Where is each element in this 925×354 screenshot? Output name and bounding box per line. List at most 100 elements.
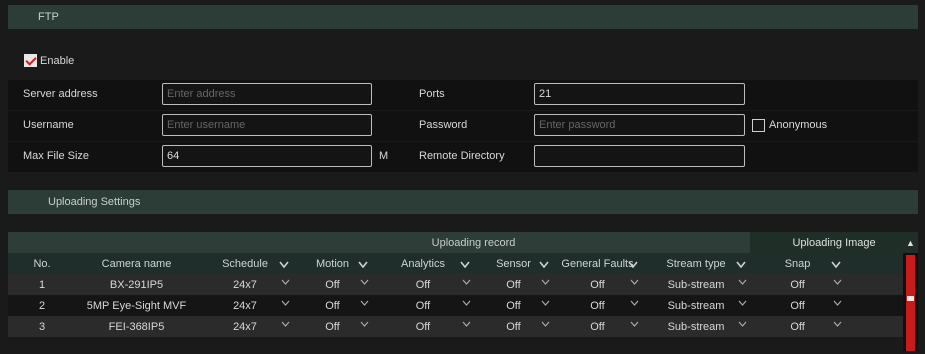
uploading-settings-title: Uploading Settings	[48, 196, 141, 208]
cell-snap[interactable]: Off	[750, 295, 846, 316]
chevron-down-icon[interactable]	[833, 300, 842, 308]
cell-general-faults[interactable]: Off	[553, 274, 642, 295]
cell-sensor[interactable]: Off	[474, 316, 553, 337]
uploading-table: Uploading record Uploading Image No. Cam…	[8, 232, 919, 337]
cell-no: 3	[8, 316, 76, 337]
scrollbar-grip-icon	[907, 296, 914, 301]
cell-analytics[interactable]: Off	[372, 274, 474, 295]
cell-camera-name: BX-291IP5	[76, 274, 197, 295]
remote-directory-label: Remote Directory	[419, 150, 505, 162]
chevron-down-icon[interactable]	[281, 279, 290, 287]
max-file-size-unit: M	[379, 150, 389, 162]
chevron-down-icon[interactable]	[279, 259, 289, 271]
chevron-down-icon[interactable]	[630, 321, 639, 329]
password-input[interactable]	[534, 114, 745, 136]
anonymous-checkbox[interactable]	[752, 119, 765, 132]
cell-snap[interactable]: Off	[750, 316, 846, 337]
chevron-down-icon[interactable]	[831, 259, 841, 271]
username-password-row: Username Password Anonymous	[8, 111, 918, 141]
cell-snap[interactable]: Off	[750, 274, 846, 295]
cell-schedule[interactable]: 24x7	[197, 295, 293, 316]
group-uploading-record: Uploading record	[197, 232, 751, 253]
cell-no: 2	[8, 295, 76, 316]
col-general-faults[interactable]: General Faults	[553, 253, 642, 274]
server-ports-row: Server address Ports	[8, 80, 918, 110]
cell-stream-type[interactable]: Sub-stream	[642, 316, 751, 337]
password-label: Password	[419, 119, 468, 131]
ftp-section-title: FTP	[38, 11, 59, 23]
ftp-section-header: FTP	[8, 5, 918, 29]
username-label: Username	[23, 119, 74, 131]
cell-general-faults[interactable]: Off	[553, 295, 642, 316]
col-snap[interactable]: Snap	[750, 253, 846, 274]
col-sensor[interactable]: Sensor	[474, 253, 553, 274]
chevron-down-icon[interactable]	[539, 259, 549, 271]
chevron-down-icon[interactable]	[358, 259, 368, 271]
chevron-down-icon[interactable]	[833, 279, 842, 287]
chevron-down-icon[interactable]	[360, 300, 369, 308]
cell-stream-type[interactable]: Sub-stream	[642, 295, 751, 316]
chevron-down-icon[interactable]	[738, 279, 747, 287]
anonymous-label: Anonymous	[769, 119, 828, 131]
cell-motion[interactable]: Off	[293, 274, 372, 295]
cell-sensor[interactable]: Off	[474, 274, 553, 295]
cell-schedule[interactable]: 24x7	[197, 274, 293, 295]
remote-directory-input[interactable]	[534, 145, 745, 167]
cell-camera-name: 5MP Eye-Sight MVF	[76, 295, 197, 316]
username-input[interactable]	[162, 114, 372, 136]
max-file-size-label: Max File Size	[23, 150, 90, 162]
col-no: No.	[8, 253, 76, 274]
table-row: 1 BX-291IP5 24x7 Off Off Off Off Sub-str…	[8, 274, 919, 295]
chevron-down-icon[interactable]	[541, 321, 550, 329]
col-stream-type[interactable]: Stream type	[642, 253, 751, 274]
max-file-size-input[interactable]	[162, 145, 372, 167]
chevron-down-icon[interactable]	[630, 300, 639, 308]
chevron-down-icon[interactable]	[738, 300, 747, 308]
chevron-down-icon[interactable]	[736, 259, 746, 271]
cell-camera-name: FEI-368IP5	[76, 316, 197, 337]
server-address-input[interactable]	[162, 83, 372, 105]
chevron-down-icon[interactable]	[460, 259, 470, 271]
chevron-down-icon[interactable]	[462, 300, 471, 308]
scroll-up-arrow-icon[interactable]: ▲	[903, 234, 918, 252]
chevron-down-icon[interactable]	[281, 300, 290, 308]
table-row: 3 FEI-368IP5 24x7 Off Off Off Off Sub-st…	[8, 316, 919, 337]
cell-analytics[interactable]: Off	[372, 295, 474, 316]
col-motion[interactable]: Motion	[293, 253, 372, 274]
cell-no: 1	[8, 274, 76, 295]
col-analytics[interactable]: Analytics	[372, 253, 474, 274]
table-column-header: No. Camera name Schedule Motion Analytic…	[8, 253, 919, 274]
chevron-down-icon[interactable]	[628, 259, 638, 271]
table-row: 2 5MP Eye-Sight MVF 24x7 Off Off Off Off…	[8, 295, 919, 316]
chevron-down-icon[interactable]	[738, 321, 747, 329]
uploading-settings-header: Uploading Settings	[8, 190, 918, 214]
group-spacer	[8, 232, 197, 253]
cell-motion[interactable]: Off	[293, 316, 372, 337]
chevron-down-icon[interactable]	[462, 321, 471, 329]
chevron-down-icon[interactable]	[462, 279, 471, 287]
table-group-header: Uploading record Uploading Image	[8, 232, 919, 253]
chevron-down-icon[interactable]	[360, 321, 369, 329]
group-uploading-image: Uploading Image	[750, 232, 919, 253]
cell-motion[interactable]: Off	[293, 295, 372, 316]
enable-label: Enable	[40, 55, 75, 67]
cell-schedule[interactable]: 24x7	[197, 316, 293, 337]
filesize-directory-row: Max File Size M Remote Directory	[8, 142, 918, 172]
chevron-down-icon[interactable]	[360, 279, 369, 287]
chevron-down-icon[interactable]	[833, 321, 842, 329]
server-address-label: Server address	[23, 88, 98, 100]
chevron-down-icon[interactable]	[541, 279, 550, 287]
ports-input[interactable]	[534, 83, 745, 105]
ports-label: Ports	[419, 88, 445, 100]
table-scrollbar-thumb[interactable]	[906, 255, 915, 351]
enable-checkbox[interactable]	[24, 54, 37, 67]
chevron-down-icon[interactable]	[281, 321, 290, 329]
cell-stream-type[interactable]: Sub-stream	[642, 274, 751, 295]
col-camera-name: Camera name	[76, 253, 197, 274]
cell-sensor[interactable]: Off	[474, 295, 553, 316]
col-schedule[interactable]: Schedule	[197, 253, 293, 274]
cell-general-faults[interactable]: Off	[553, 316, 642, 337]
cell-analytics[interactable]: Off	[372, 316, 474, 337]
chevron-down-icon[interactable]	[630, 279, 639, 287]
chevron-down-icon[interactable]	[541, 300, 550, 308]
